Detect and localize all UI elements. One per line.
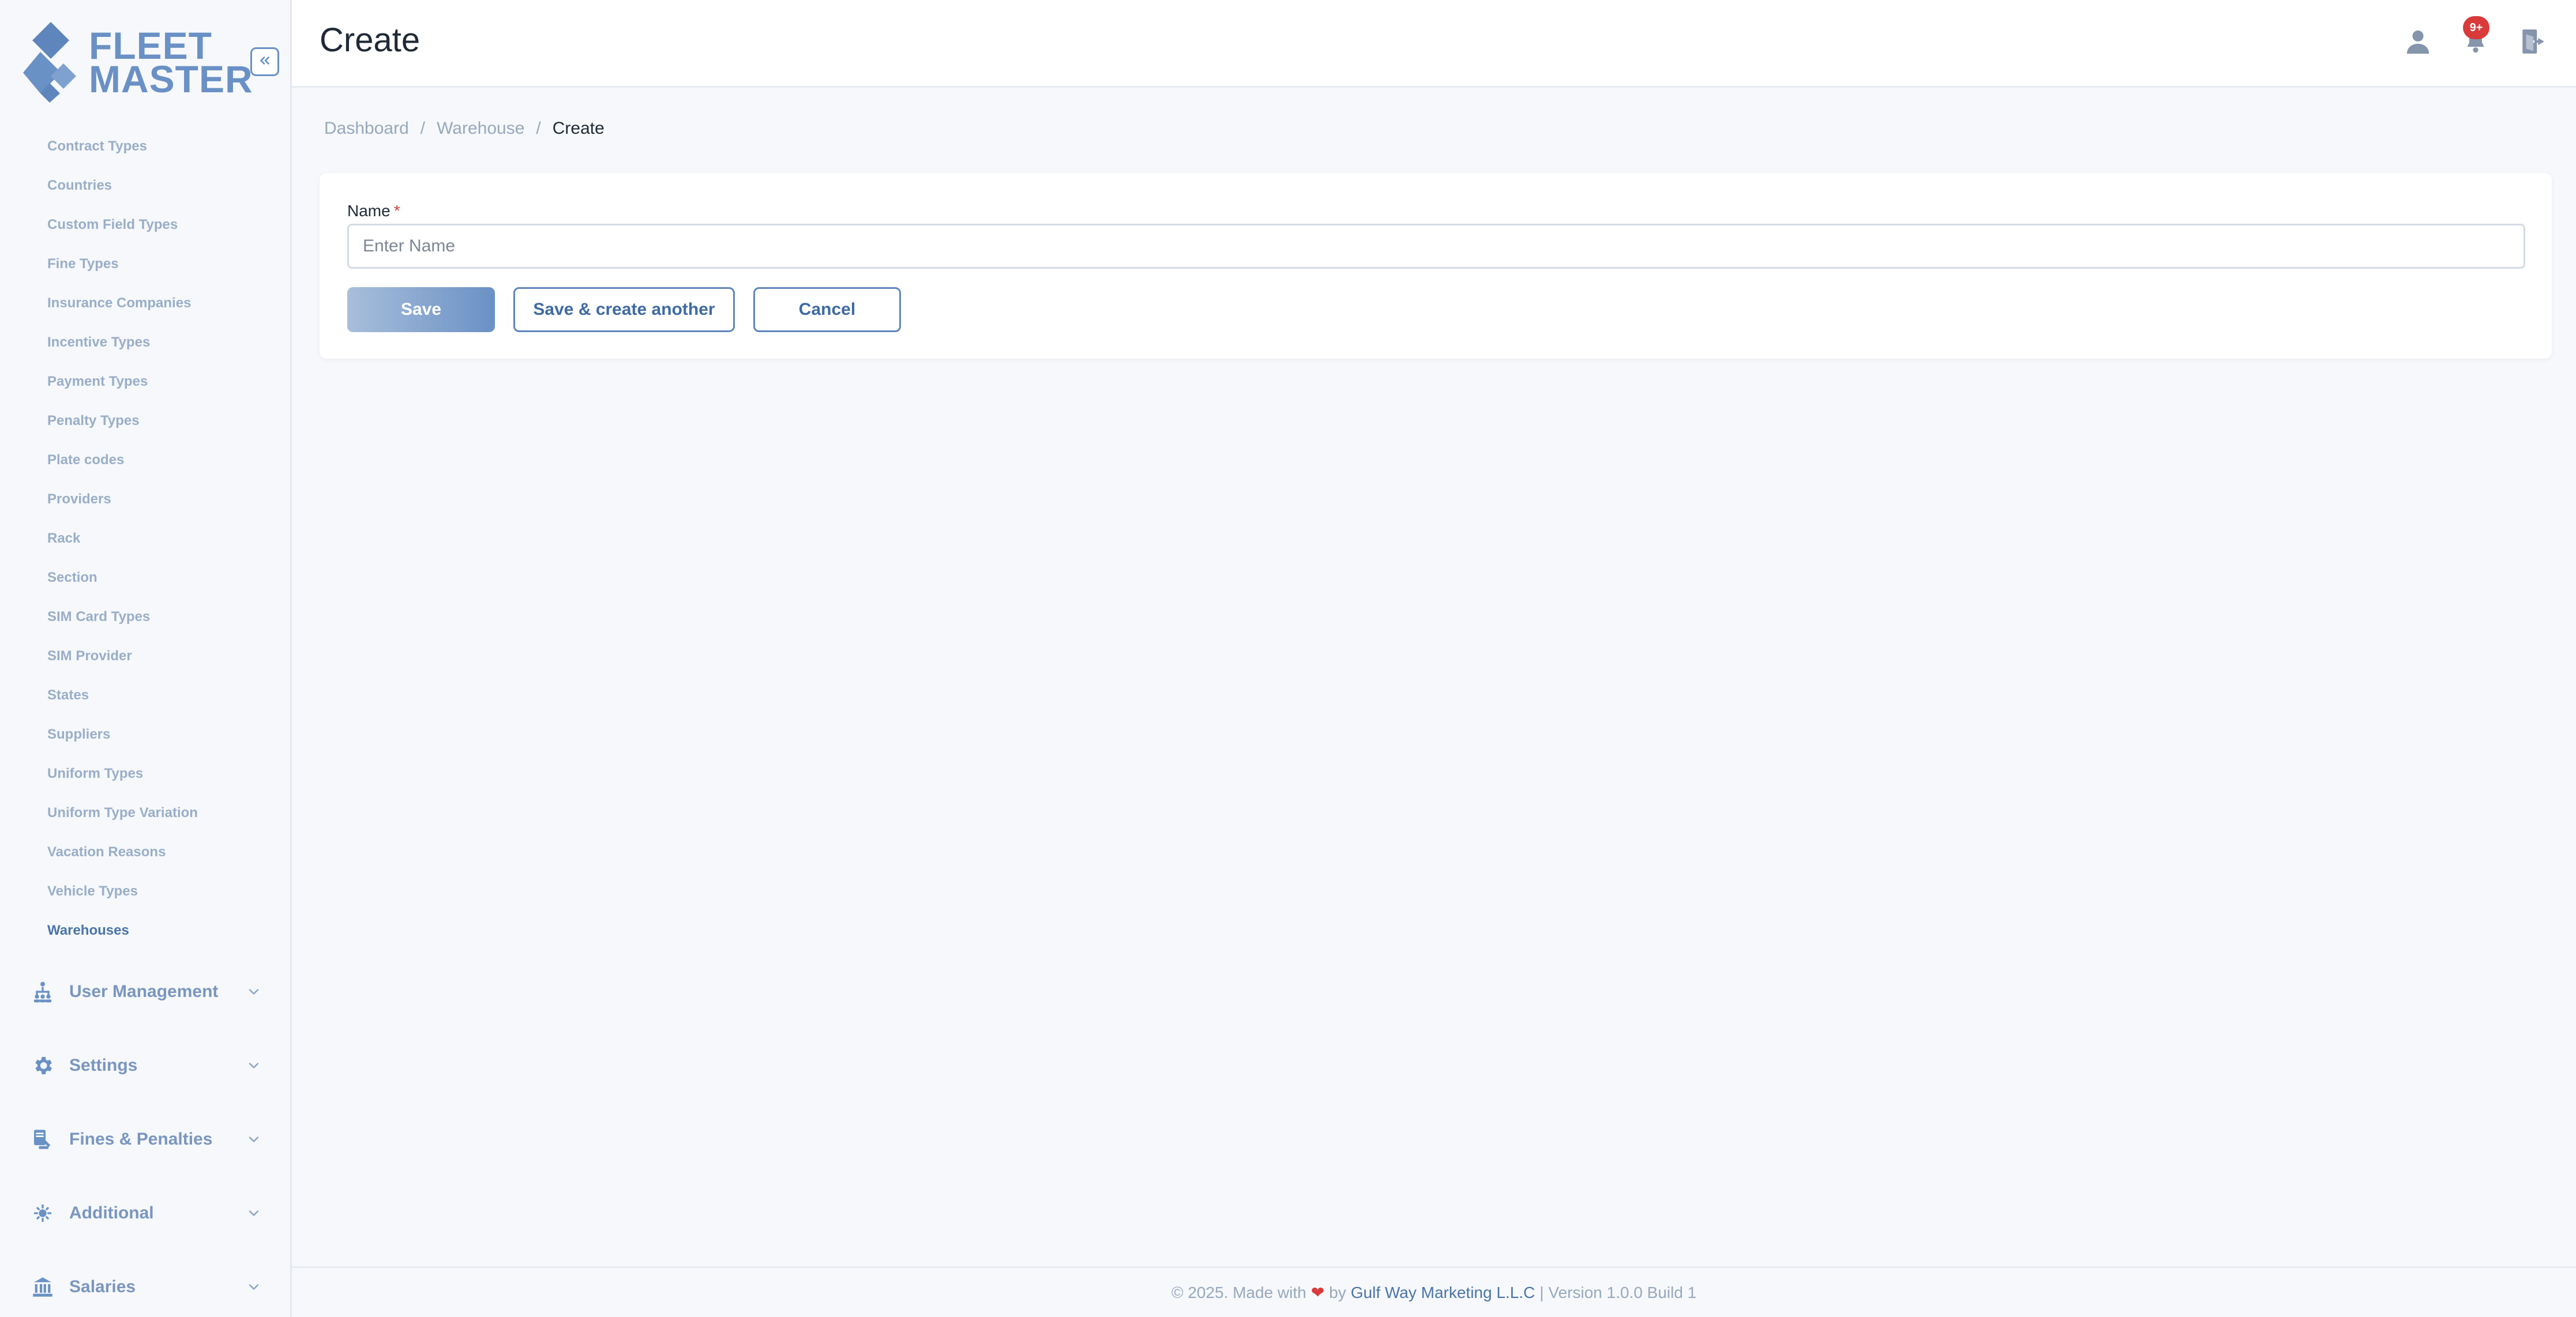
sidebar-item-providers[interactable]: Providers bbox=[47, 480, 198, 519]
sidebar-item-sim-provider[interactable]: SIM Provider bbox=[47, 637, 198, 676]
sidebar-item-custom-field-types[interactable]: Custom Field Types bbox=[47, 205, 198, 244]
create-form-card: Name* Save Save & create another Cancel bbox=[320, 173, 2552, 359]
name-label-text: Name bbox=[347, 202, 390, 220]
sidebar-item-penalty-types[interactable]: Penalty Types bbox=[47, 401, 198, 441]
heart-icon: ❤ bbox=[1310, 1284, 1325, 1301]
footer-version: | Version 1.0.0 Build 1 bbox=[1539, 1283, 1697, 1301]
chevron-down-icon bbox=[242, 1054, 265, 1077]
sidebar: FLEET MASTER Contract Types Countries Cu… bbox=[0, 0, 292, 1317]
save-and-create-another-button[interactable]: Save & create another bbox=[513, 287, 735, 332]
sidebar-item-payment-types[interactable]: Payment Types bbox=[47, 362, 198, 401]
breadcrumb-separator: / bbox=[420, 119, 426, 138]
sidebar-collapse-button[interactable] bbox=[250, 47, 279, 76]
chevron-down-icon bbox=[242, 1128, 265, 1151]
nav-group-label: Additional bbox=[69, 1203, 154, 1222]
user-profile-icon[interactable] bbox=[2399, 23, 2436, 60]
nav-group-user-management[interactable]: User Management bbox=[23, 973, 265, 1010]
sidebar-item-vacation-reasons[interactable]: Vacation Reasons bbox=[47, 833, 198, 872]
sidebar-item-uniform-types[interactable]: Uniform Types bbox=[47, 754, 198, 793]
breadcrumb: Dashboard / Warehouse / Create bbox=[324, 119, 604, 138]
sidebar-item-uniform-type-variation[interactable]: Uniform Type Variation bbox=[47, 793, 198, 833]
fleet-master-logo[interactable]: FLEET MASTER bbox=[23, 22, 253, 103]
company-link[interactable]: Gulf Way Marketing L.L.C bbox=[1351, 1284, 1535, 1302]
nav-group-label: User Management bbox=[69, 982, 219, 1001]
fines-icon bbox=[23, 1121, 62, 1158]
nav-group-salaries[interactable]: Salaries bbox=[23, 1269, 265, 1305]
top-header: Create bbox=[292, 0, 2576, 88]
save-button[interactable]: Save bbox=[347, 287, 495, 332]
sidebar-item-incentive-types[interactable]: Incentive Types bbox=[47, 323, 198, 362]
chevron-down-icon bbox=[242, 1202, 265, 1225]
logout-icon[interactable] bbox=[2515, 23, 2552, 60]
logo-mark-icon bbox=[23, 22, 81, 103]
sidebar-item-contract-types[interactable]: Contract Types bbox=[47, 127, 198, 166]
gear-icon bbox=[23, 1047, 62, 1084]
sidebar-item-fine-types[interactable]: Fine Types bbox=[47, 244, 198, 284]
nav-group-label: Settings bbox=[69, 1056, 138, 1075]
nav-group-additional[interactable]: Additional bbox=[23, 1195, 265, 1232]
notification-count-badge: 9+ bbox=[2463, 16, 2489, 39]
sidebar-item-plate-codes[interactable]: Plate codes bbox=[47, 441, 198, 480]
sidebar-item-countries[interactable]: Countries bbox=[47, 166, 198, 205]
name-input[interactable] bbox=[347, 224, 2525, 269]
sidebar-item-vehicle-types[interactable]: Vehicle Types bbox=[47, 872, 198, 911]
cancel-button[interactable]: Cancel bbox=[753, 287, 901, 332]
double-chevron-left-icon bbox=[257, 53, 272, 71]
footer: © 2025. Made with ❤ by Gulf Way Marketin… bbox=[292, 1266, 2576, 1317]
page-title: Create bbox=[320, 21, 420, 59]
sidebar-item-states[interactable]: States bbox=[47, 676, 198, 715]
nav-group-settings[interactable]: Settings bbox=[23, 1047, 265, 1084]
logo-line-2: MASTER bbox=[89, 58, 253, 100]
name-field-label: Name * bbox=[347, 202, 400, 220]
breadcrumb-current: Create bbox=[552, 119, 604, 138]
sidebar-item-suppliers[interactable]: Suppliers bbox=[47, 715, 198, 754]
nav-group-label: Fines & Penalties bbox=[69, 1130, 213, 1149]
footer-copyright: © 2025. Made with bbox=[1171, 1283, 1306, 1301]
chevron-down-icon bbox=[242, 980, 265, 1003]
breadcrumb-separator: / bbox=[536, 119, 541, 138]
sidebar-submenu: Contract Types Countries Custom Field Ty… bbox=[47, 127, 198, 950]
breadcrumb-warehouse-link[interactable]: Warehouse bbox=[437, 119, 524, 138]
nav-group-fines-penalties[interactable]: Fines & Penalties bbox=[23, 1121, 265, 1158]
sidebar-item-sim-card-types[interactable]: SIM Card Types bbox=[47, 597, 198, 637]
chevron-down-icon bbox=[242, 1275, 265, 1299]
footer-by: by bbox=[1329, 1283, 1346, 1301]
app-root: FLEET MASTER Contract Types Countries Cu… bbox=[0, 0, 2576, 1317]
salaries-icon bbox=[23, 1269, 62, 1305]
sidebar-item-insurance-companies[interactable]: Insurance Companies bbox=[47, 284, 198, 323]
logo-text: FLEET MASTER bbox=[89, 27, 253, 100]
breadcrumb-dashboard-link[interactable]: Dashboard bbox=[324, 119, 409, 138]
sidebar-item-rack[interactable]: Rack bbox=[47, 519, 198, 558]
required-marker: * bbox=[393, 202, 400, 220]
hierarchy-icon bbox=[23, 973, 62, 1010]
sidebar-item-section[interactable]: Section bbox=[47, 558, 198, 597]
additional-icon bbox=[23, 1195, 62, 1232]
nav-group-label: Salaries bbox=[69, 1277, 136, 1296]
sidebar-item-warehouses[interactable]: Warehouses bbox=[47, 911, 198, 950]
